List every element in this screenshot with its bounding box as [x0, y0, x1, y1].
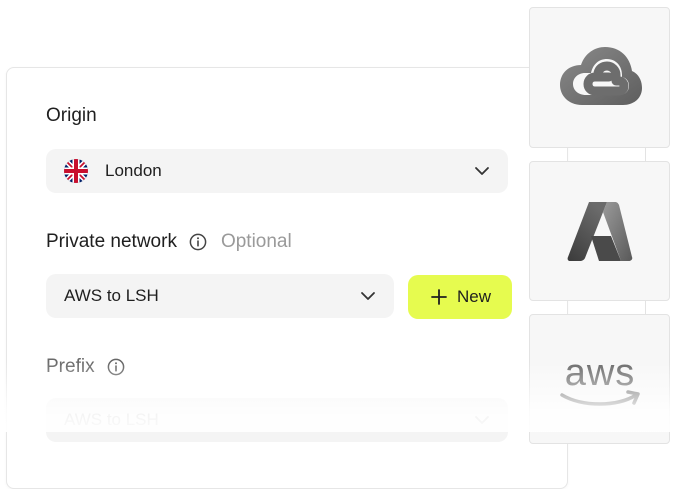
connector-line	[645, 148, 646, 161]
prefix-label: Prefix	[46, 356, 95, 377]
optional-label: Optional	[220, 231, 292, 252]
chevron-down-icon	[475, 167, 489, 175]
private-network-select[interactable]: AWS to LSH	[46, 274, 394, 318]
connector-line	[645, 301, 646, 314]
origin-title: Origin	[46, 105, 97, 126]
new-button-label: New	[456, 287, 491, 306]
private-network-select-value: AWS to LSH	[64, 286, 159, 305]
origin-select[interactable]: London	[46, 149, 508, 193]
prefix-select-value: AWS to LSH	[64, 410, 159, 429]
azure-card[interactable]	[529, 161, 670, 301]
aws-card[interactable]: aws	[529, 314, 670, 444]
info-icon[interactable]	[107, 358, 125, 376]
svg-text:aws: aws	[564, 352, 635, 394]
new-network-button[interactable]: New	[408, 275, 512, 319]
aws-icon: aws	[559, 352, 640, 406]
info-icon[interactable]	[189, 233, 207, 251]
prefix-select[interactable]: AWS to LSH	[46, 398, 508, 442]
origin-select-value: London	[105, 161, 162, 180]
uk-flag-icon	[64, 159, 88, 183]
private-network-label: Private network	[46, 231, 177, 252]
chevron-down-icon	[475, 416, 489, 424]
azure-icon	[567, 202, 632, 261]
prefix-title: Prefix	[46, 357, 125, 376]
plus-icon	[431, 289, 447, 305]
chevron-down-icon	[361, 292, 375, 300]
google-cloud-icon	[559, 46, 642, 105]
private-network-title: Private network Optional	[46, 232, 292, 251]
google-cloud-card[interactable]	[529, 7, 670, 148]
